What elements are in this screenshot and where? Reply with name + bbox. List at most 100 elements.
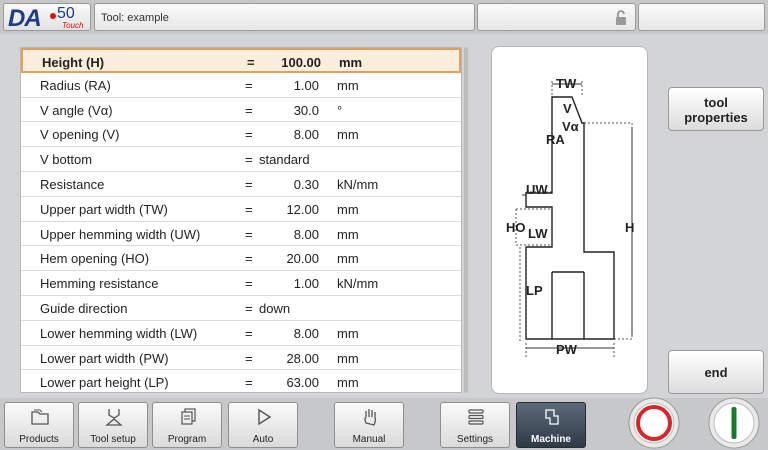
table-row[interactable]: Hem opening (HO) = 20.00 mm xyxy=(21,246,461,272)
nav-settings-label: Settings xyxy=(456,434,494,445)
label-tw: TW xyxy=(556,76,577,91)
table-row[interactable]: Guide direction = down xyxy=(21,296,461,321)
status-box xyxy=(477,3,636,31)
param-equals: = xyxy=(245,102,253,118)
param-value: 20.00 xyxy=(286,251,319,267)
start-button[interactable] xyxy=(706,397,762,449)
param-value: 8.00 xyxy=(293,127,319,143)
label-ra: RA xyxy=(546,132,565,147)
param-equals: = xyxy=(245,201,253,217)
nav-products[interactable]: Products xyxy=(4,402,74,448)
nav-auto-label: Auto xyxy=(252,434,274,445)
param-unit: mm xyxy=(337,350,359,366)
lock-icon[interactable] xyxy=(615,10,627,26)
label-pw: PW xyxy=(556,342,578,357)
tool-diagram: TW V Vα RA UW HO LW H LP PW xyxy=(491,46,648,394)
table-row[interactable]: Hemming resistance = 1.00 kN/mm xyxy=(21,271,461,296)
param-value: 63.00 xyxy=(286,375,319,391)
param-label: Resistance xyxy=(40,176,105,192)
param-value: down xyxy=(259,300,291,316)
param-unit: mm xyxy=(337,127,359,143)
param-equals: = xyxy=(245,300,253,316)
param-label: V opening (V) xyxy=(40,127,120,143)
label-h: H xyxy=(625,220,634,235)
param-label: Height (H) xyxy=(42,55,105,70)
param-unit: mm xyxy=(337,226,359,242)
param-value: 1.00 xyxy=(293,276,319,292)
label-lw: LW xyxy=(528,226,548,241)
table-row[interactable]: V angle (Vα) = 30.0 ° xyxy=(21,98,461,123)
param-equals: = xyxy=(245,375,253,391)
param-label: Radius (RA) xyxy=(40,77,111,93)
param-label: Lower part height (LP) xyxy=(40,375,169,391)
info-box xyxy=(638,3,765,31)
table-row[interactable]: Height (H) = 100.00 mm xyxy=(21,48,461,73)
param-value: 12.00 xyxy=(286,201,319,217)
table-row[interactable]: Lower part height (LP) = 63.00 mm xyxy=(21,370,461,396)
param-unit: mm xyxy=(337,201,359,217)
param-value: 30.0 xyxy=(293,102,319,118)
label-lp: LP xyxy=(526,283,543,298)
machine-icon xyxy=(545,409,559,425)
table-row[interactable]: Resistance = 0.30 kN/mm xyxy=(21,172,461,197)
table-row[interactable]: Radius (RA) = 1.00 mm xyxy=(21,73,461,98)
param-unit: mm xyxy=(337,77,359,93)
hand-icon xyxy=(364,409,376,426)
nav-manual[interactable]: Manual xyxy=(334,402,404,448)
param-unit: ° xyxy=(337,102,343,118)
tool-icon xyxy=(105,409,123,426)
param-equals: = xyxy=(245,176,253,192)
param-label: Lower part width (PW) xyxy=(40,350,169,366)
param-label: Hem opening (HO) xyxy=(40,251,150,267)
logo-dot xyxy=(50,13,56,19)
label-ho: HO xyxy=(506,220,526,235)
label-uw: UW xyxy=(526,182,548,197)
end-button[interactable]: end xyxy=(668,350,764,394)
nav-machine-label: Machine xyxy=(530,434,571,445)
tool-properties-button[interactable]: tool properties xyxy=(668,87,764,131)
param-equals: = xyxy=(245,152,253,168)
folder-icon xyxy=(31,409,49,425)
param-value: 0.30 xyxy=(293,176,319,192)
nav-manual-label: Manual xyxy=(352,434,386,445)
table-scrollbar[interactable] xyxy=(464,47,468,393)
param-label: Guide direction xyxy=(40,300,128,316)
nav-machine[interactable]: Machine xyxy=(516,402,586,448)
param-value: 8.00 xyxy=(293,325,319,341)
table-row[interactable]: V bottom = standard xyxy=(21,147,461,172)
param-equals: = xyxy=(247,55,255,70)
window-title: Tool: example xyxy=(94,3,475,31)
list-icon xyxy=(468,409,484,425)
param-unit: mm xyxy=(337,251,359,267)
param-unit: mm xyxy=(337,325,359,341)
param-label: Lower hemming width (LW) xyxy=(40,325,198,341)
nav-settings[interactable]: Settings xyxy=(440,402,510,448)
table-row[interactable]: Lower part width (PW) = 28.00 mm xyxy=(21,346,461,371)
stop-button[interactable] xyxy=(626,397,682,449)
table-row[interactable]: Upper part width (TW) = 12.00 mm xyxy=(21,197,461,222)
nav-tool-setup-label: Tool setup xyxy=(90,434,136,445)
nav-auto[interactable]: Auto xyxy=(228,402,298,448)
param-equals: = xyxy=(245,77,253,93)
table-row[interactable]: Upper hemming width (UW) = 8.00 mm xyxy=(21,222,461,247)
param-value: 100.00 xyxy=(281,55,321,70)
param-equals: = xyxy=(245,276,253,292)
param-label: V bottom xyxy=(40,152,93,168)
logo-brand: DA xyxy=(8,5,42,32)
param-label: Upper part width (TW) xyxy=(40,201,168,217)
label-v: V xyxy=(563,101,572,116)
param-unit: mm xyxy=(339,55,363,70)
nav-program[interactable]: Program xyxy=(152,402,222,448)
logo-edition: Touch xyxy=(62,21,84,30)
start-icon xyxy=(731,407,737,439)
nav-tool-setup[interactable]: Tool setup xyxy=(78,402,148,448)
param-value: 28.00 xyxy=(286,350,319,366)
nav-products-label: Products xyxy=(19,434,59,445)
param-value: 1.00 xyxy=(293,77,319,93)
param-equals: = xyxy=(245,325,253,341)
table-row[interactable]: Lower hemming width (LW) = 8.00 mm xyxy=(21,321,461,346)
param-equals: = xyxy=(245,127,253,143)
param-unit: mm xyxy=(337,375,359,391)
table-row[interactable]: V opening (V) = 8.00 mm xyxy=(21,122,461,148)
param-equals: = xyxy=(245,251,253,267)
